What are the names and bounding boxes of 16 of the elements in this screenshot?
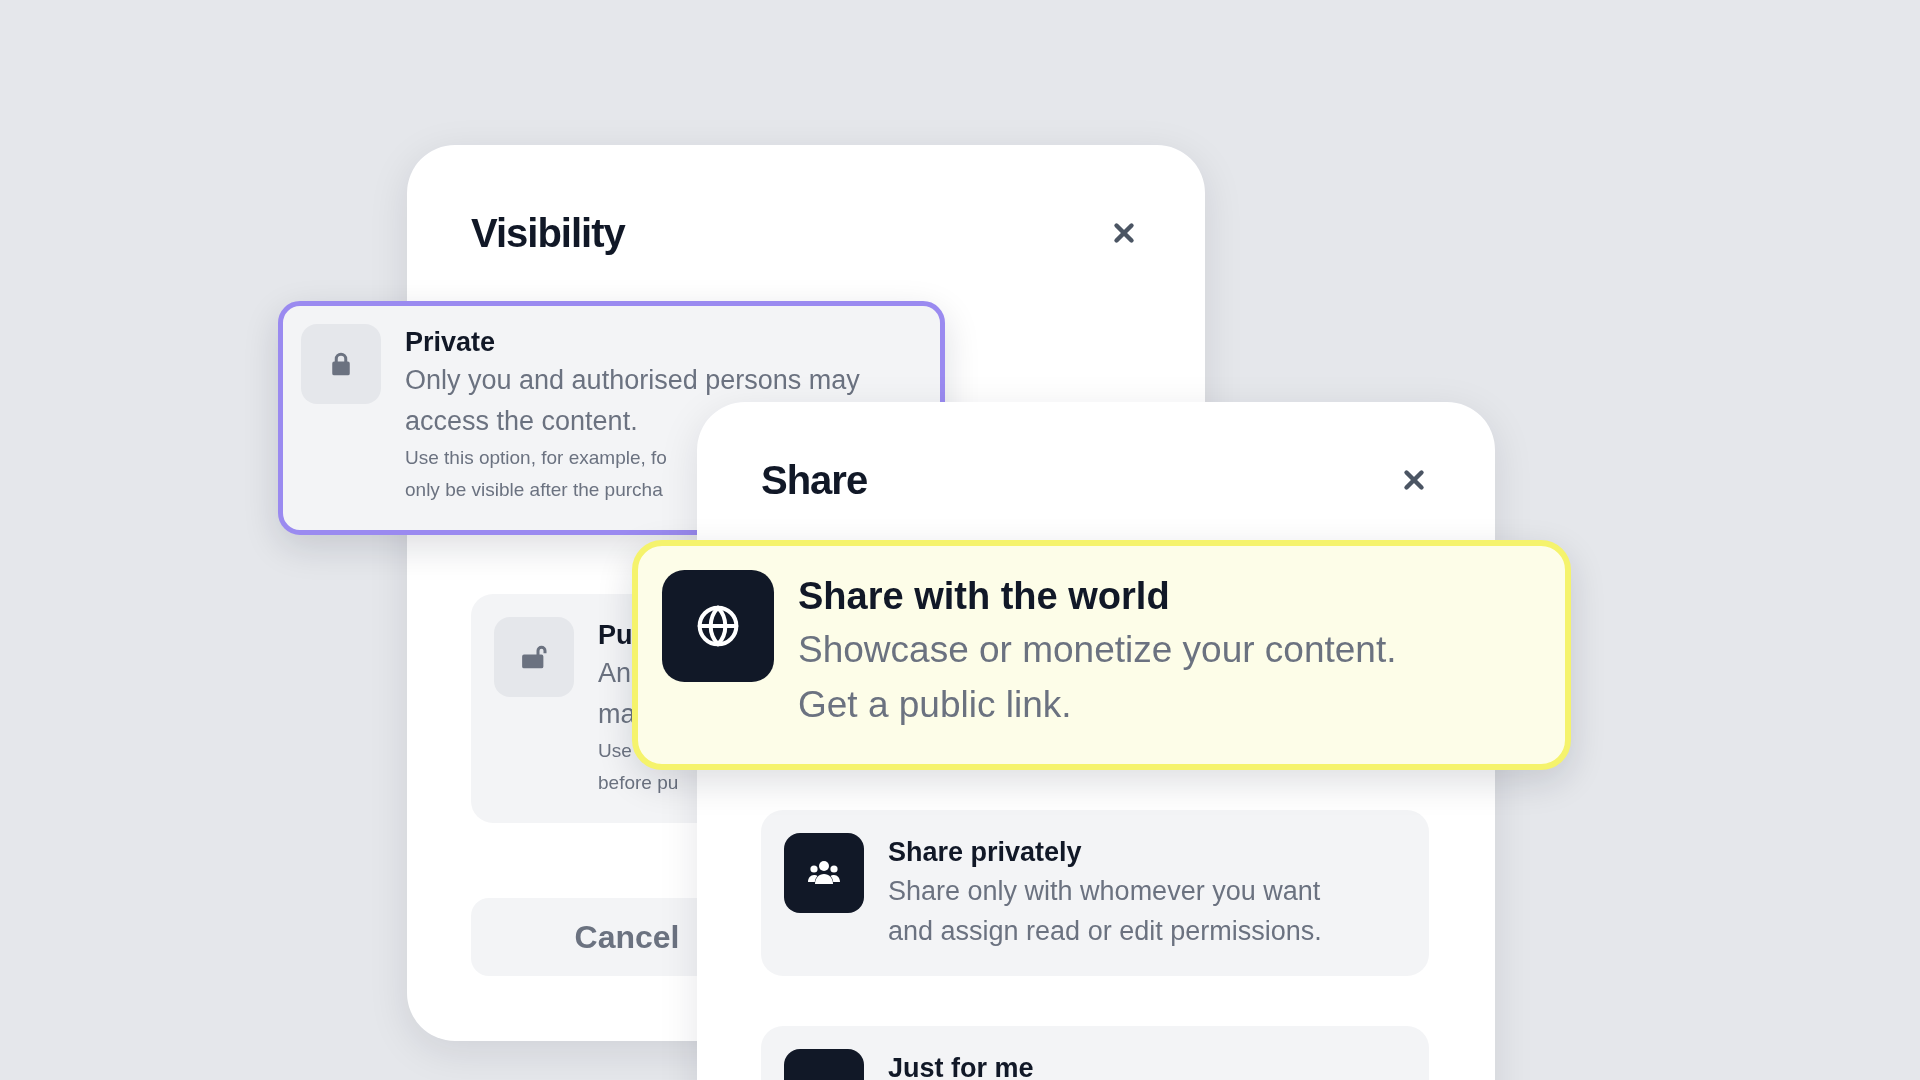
option-title: Private <box>405 326 496 359</box>
option-title: Share with the world <box>798 574 1170 619</box>
option-description: Only you and authorised persons may access the content. <box>405 364 860 438</box>
share-option[interactable]: Share privately Share only with whomever you want and assign read or edit permissions. <box>761 810 1429 976</box>
option-description: Showcase or monetize your content. Get a public link. <box>798 628 1397 727</box>
option-title: Pu <box>598 619 633 652</box>
dialog-title: Share <box>761 457 868 504</box>
option-title: Share privately <box>888 836 1082 869</box>
dialog-title: Visibility <box>471 210 625 257</box>
option-title: Just for me <box>888 1052 1034 1080</box>
option-note: Use this option, for example, fo only be visible after the purcha <box>405 446 667 502</box>
share-option[interactable]: Share with the world Showcase or monetize your content. Get a public link. <box>632 540 1571 770</box>
globe-icon <box>696 604 740 648</box>
option-description: Share only with whomever you want and assign read or edit permissions. <box>888 875 1322 948</box>
share-option[interactable]: Just for me <box>761 1026 1429 1080</box>
people-icon <box>807 860 841 886</box>
